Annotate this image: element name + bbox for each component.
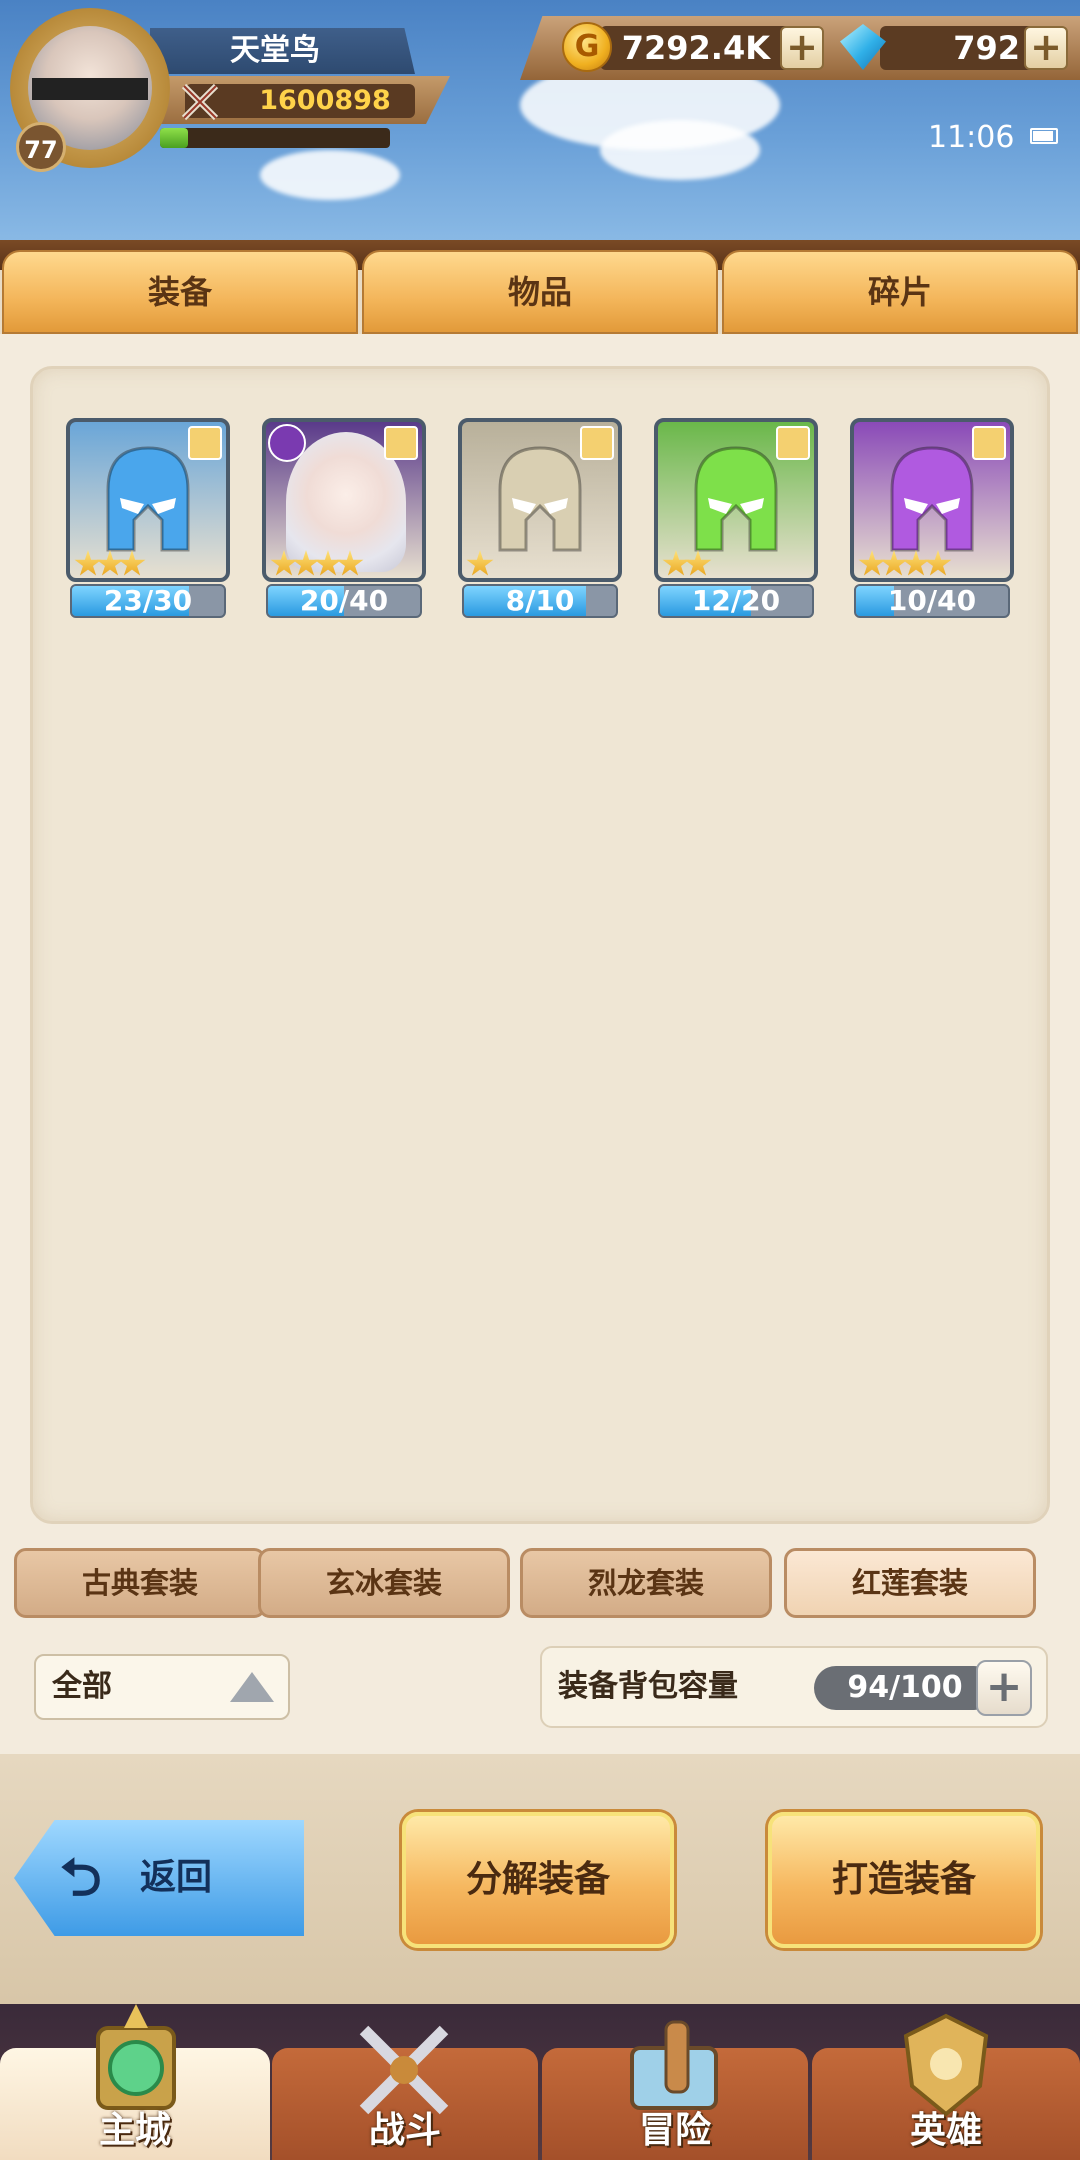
nav-label-adventure: 冒险 (638, 2110, 711, 2151)
tab-fragments[interactable]: 碎片 (722, 250, 1078, 334)
fragment-progress-bar: 10/40 (854, 584, 1010, 618)
gem-amount: 792 (953, 29, 1020, 67)
set-button-lotus[interactable]: 红莲套装 (784, 1548, 1036, 1618)
expand-capacity-button[interactable]: + (976, 1660, 1032, 1716)
gold-coin-icon: G (562, 22, 612, 72)
equipment-slot[interactable] (66, 418, 230, 582)
tab-items[interactable]: 物品 (362, 250, 718, 334)
puzzle-piece-icon (188, 426, 222, 460)
equipment-slot[interactable] (654, 418, 818, 582)
capacity-label: 装备背包容量 (558, 1669, 738, 1704)
puzzle-piece-icon (580, 426, 614, 460)
nav-label-heroes: 英雄 (909, 2110, 982, 2151)
exp-bar (160, 128, 390, 148)
back-label: 返回 (140, 1857, 213, 1898)
forge-button[interactable]: 打造装备 (768, 1812, 1040, 1948)
filter-label: 全部 (52, 1669, 112, 1704)
progress-text: 10/40 (887, 584, 977, 617)
gold-amount: 7292.4K (621, 29, 770, 67)
decompose-button[interactable]: 分解装备 (402, 1812, 674, 1948)
battery-level (1033, 131, 1053, 141)
fragment-progress-bar: 12/20 (658, 584, 814, 618)
set-button-classic[interactable]: 古典套装 (14, 1548, 266, 1618)
puzzle-piece-icon (972, 426, 1006, 460)
add-gold-button[interactable]: + (780, 26, 824, 70)
fragment-progress-bar: 20/40 (266, 584, 422, 618)
power-value: 1600898 (259, 85, 391, 116)
exp-bar-fill (160, 128, 188, 148)
equipment-slot[interactable] (458, 418, 622, 582)
city-gate-icon (96, 2004, 176, 2110)
faction-badge-icon (268, 424, 306, 462)
puzzle-piece-icon (384, 426, 418, 460)
progress-text: 12/20 (691, 584, 781, 617)
cloud (600, 120, 760, 180)
equipment-slot[interactable] (850, 418, 1014, 582)
fragment-progress-bar: 8/10 (462, 584, 618, 618)
set-button-dragon[interactable]: 烈龙套装 (520, 1548, 772, 1618)
add-gem-button[interactable]: + (1024, 26, 1068, 70)
avatar-blindfold (32, 78, 148, 100)
equipment-slot[interactable] (262, 418, 426, 582)
crossed-swords-icon (181, 83, 219, 121)
progress-text: 23/30 (103, 584, 193, 617)
player-name: 天堂鸟 (230, 33, 320, 68)
nav-label-battle: 战斗 (368, 2110, 441, 2151)
clock: 11:06 (928, 120, 1015, 155)
set-button-ice[interactable]: 玄冰套装 (258, 1548, 510, 1618)
capacity-value: 94/100 (814, 1666, 996, 1710)
progress-text: 20/40 (299, 584, 389, 617)
fragment-progress-bar: 23/30 (70, 584, 226, 618)
tab-equipment[interactable]: 装备 (2, 250, 358, 334)
cloud (260, 150, 400, 200)
level-badge: 77 (16, 122, 66, 172)
nav-label-city: 主城 (98, 2110, 171, 2151)
return-arrow-icon: ⮌ (60, 1848, 102, 1908)
puzzle-piece-icon (776, 426, 810, 460)
progress-text: 8/10 (505, 584, 575, 617)
